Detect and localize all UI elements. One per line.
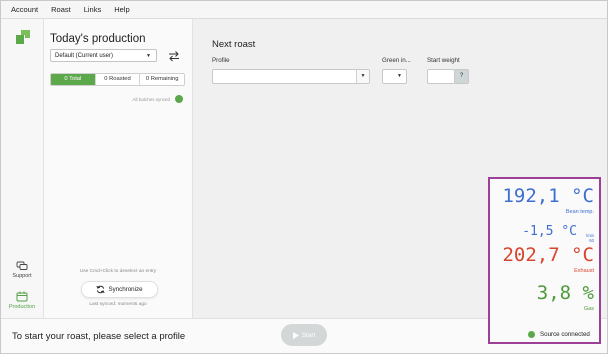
sync-status-text: All batches synced	[132, 97, 170, 102]
start-weight-input[interactable]	[427, 69, 455, 84]
synchronize-label: Synchronize	[108, 286, 143, 293]
app-window: Account Roast Links Help Support Product…	[0, 0, 608, 354]
deselect-hint: Use Cmd+Click to deselect an entry	[79, 269, 157, 274]
production-icon	[16, 291, 28, 302]
menu-bar: Account Roast Links Help	[1, 1, 607, 19]
panel-title: Today's production	[50, 33, 146, 45]
gas-label: Gas	[583, 306, 594, 312]
bean-temp-value: 192,1 °C	[502, 185, 594, 207]
start-roast-button[interactable]: Start	[281, 324, 327, 346]
sync-icon	[96, 285, 105, 294]
tab-remaining[interactable]: 0 Remaining	[139, 74, 184, 85]
production-label: Production	[8, 304, 36, 310]
menu-roast[interactable]: Roast	[51, 5, 71, 14]
production-panel: Today's production Default (Current user…	[44, 19, 193, 353]
chevron-down-icon: ▼	[356, 70, 369, 83]
green-coffee-select[interactable]: ▼	[382, 69, 407, 84]
tab-roasted[interactable]: 0 Roasted	[94, 74, 140, 85]
play-icon	[292, 331, 299, 339]
source-status-dot	[528, 331, 535, 338]
weight-help-button[interactable]: ?	[455, 69, 469, 84]
sensor-readout-panel: 192,1 °C Bean temp. -1,5 °C /min 60 202,…	[488, 177, 601, 344]
tab-total[interactable]: 0 Total	[51, 74, 95, 85]
chevron-down-icon: ▼	[397, 73, 402, 79]
start-weight-label: Start weight	[427, 57, 460, 64]
app-logo-icon	[16, 30, 30, 44]
last-synced-text: Last synced: moments ago	[89, 302, 147, 307]
rail-item-support[interactable]: Support	[1, 260, 43, 279]
bean-temp-label: Bean temp.	[565, 209, 594, 215]
sync-status-dot	[175, 95, 183, 103]
green-label: Green in...	[382, 57, 411, 64]
swap-arrows-icon[interactable]	[168, 50, 180, 62]
user-select-value: Default (Current user)	[55, 53, 114, 59]
ror-unit-bottom: 60	[589, 238, 594, 243]
next-roast-title: Next roast	[212, 39, 256, 50]
left-rail: Support Production	[1, 19, 44, 353]
source-status-text: Source connected	[540, 331, 590, 338]
exhaust-temp-value: 202,7 °C	[502, 244, 594, 266]
chevron-down-icon: ▼	[146, 53, 151, 59]
rate-of-rise-value: -1,5 °C	[522, 224, 577, 239]
profile-label: Profile	[212, 57, 230, 64]
menu-links[interactable]: Links	[84, 5, 102, 14]
rail-item-production[interactable]: Production	[1, 291, 43, 310]
menu-help[interactable]: Help	[114, 5, 129, 14]
rate-of-rise-unit: /min 60	[586, 233, 594, 243]
support-icon	[16, 261, 28, 270]
status-message: To start your roast, please select a pro…	[12, 331, 186, 342]
support-label: Support	[12, 273, 32, 279]
synchronize-button[interactable]: Synchronize	[81, 281, 158, 298]
start-label: Start	[301, 331, 316, 339]
user-select[interactable]: Default (Current user) ▼	[50, 49, 157, 62]
gas-value: 3,8 %	[536, 282, 594, 304]
menu-account[interactable]: Account	[11, 5, 38, 14]
profile-select[interactable]: ▼	[212, 69, 370, 84]
exhaust-label: Exhaust	[574, 268, 594, 274]
batch-filter-tabs: 0 Total 0 Roasted 0 Remaining	[50, 73, 185, 86]
